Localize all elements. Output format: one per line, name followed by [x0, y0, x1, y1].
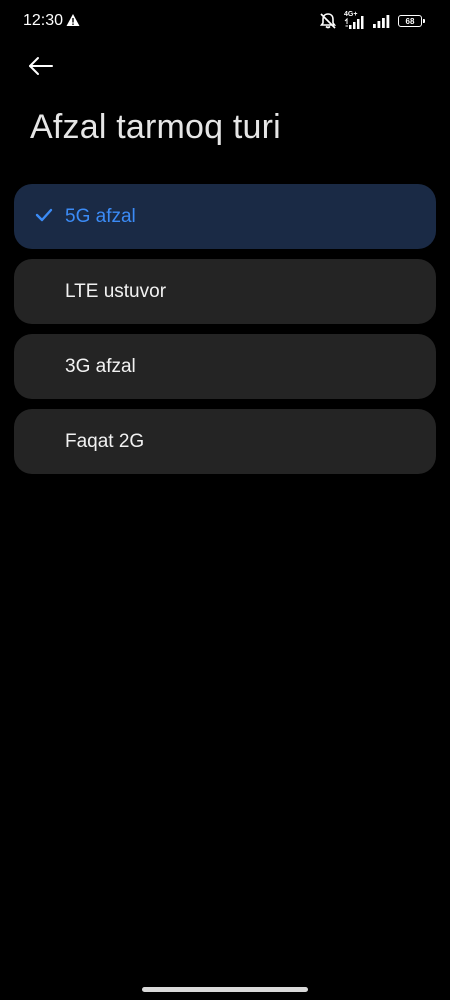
option-label: 5G afzal — [65, 206, 136, 227]
warning-icon — [66, 14, 80, 26]
battery-icon: 68 — [398, 15, 425, 27]
home-indicator[interactable] — [142, 987, 308, 992]
status-time: 12:30 — [23, 12, 64, 29]
option-label: LTE ustuvor — [65, 281, 167, 302]
status-icons: 4G+ 68 — [318, 11, 425, 31]
option-lte-priority[interactable]: LTE ustuvor — [14, 259, 436, 324]
option-label: Faqat 2G — [65, 431, 145, 452]
option-5g-preferred[interactable]: 5G afzal — [14, 184, 436, 249]
network-indicator: 4G+ — [344, 11, 366, 31]
page-title: Afzal tarmoq turi — [30, 108, 281, 146]
signal-icon — [344, 16, 364, 29]
status-bar: 12:30 4G+ 68 — [0, 0, 450, 40]
checkmark-icon — [35, 208, 53, 222]
battery-level: 68 — [405, 16, 415, 26]
option-3g-preferred[interactable]: 3G afzal — [14, 334, 436, 399]
signal-icon — [373, 15, 390, 28]
mute-icon — [319, 13, 337, 29]
option-2g-only[interactable]: Faqat 2G — [14, 409, 436, 474]
back-button[interactable] — [28, 50, 64, 82]
network-type-options: 5G afzal LTE ustuvor 3G afzal Faqat 2G — [14, 184, 436, 484]
arrow-left-icon — [29, 57, 53, 75]
option-label: 3G afzal — [65, 356, 136, 377]
